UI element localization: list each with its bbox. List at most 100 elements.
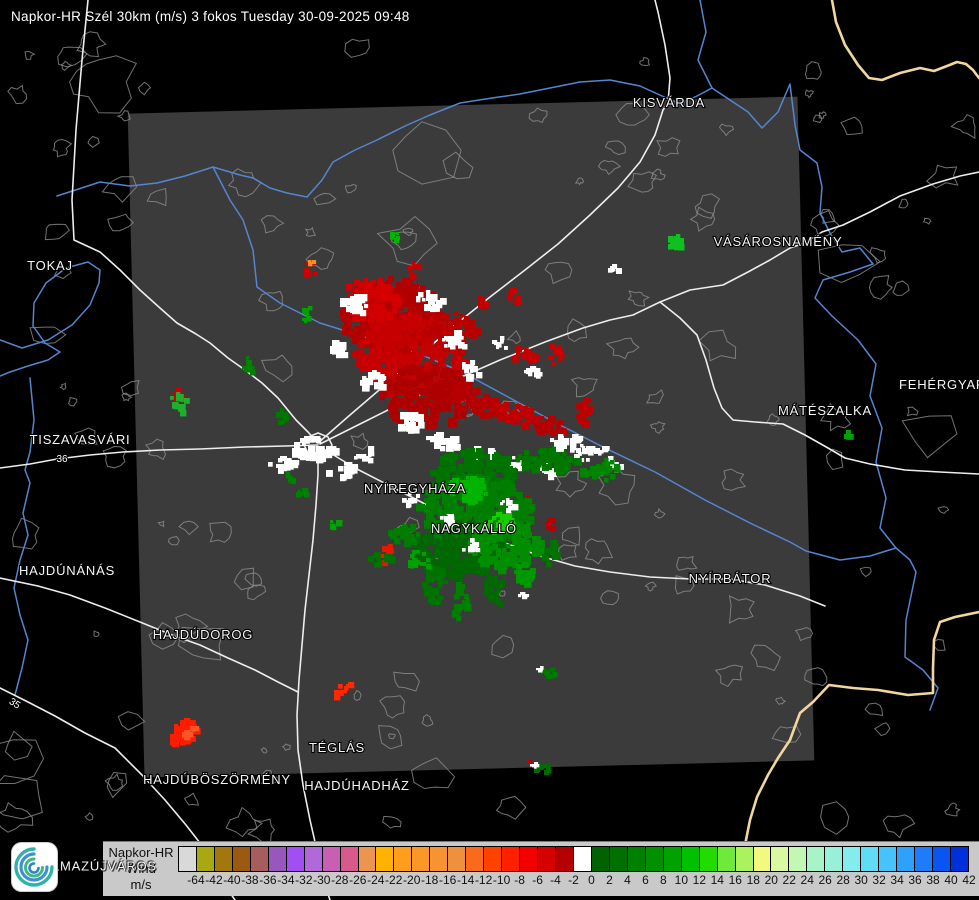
legend-tick: 30 bbox=[854, 873, 868, 887]
legend-tick: 16 bbox=[728, 873, 742, 887]
legend-tick: -34 bbox=[277, 873, 295, 887]
city-label: HAJDÚBÖSZÖRMÉNY bbox=[143, 772, 291, 787]
legend-panel: Napkor-HR Wind m/s -64 -42 -40 -38 -36 -34 -32… bbox=[103, 841, 979, 896]
legend-tick: -16 bbox=[438, 873, 457, 887]
legend-swatch bbox=[878, 847, 897, 871]
legend-swatch bbox=[249, 847, 268, 871]
legend-tick: -28 bbox=[331, 873, 349, 887]
legend-tick: 2 bbox=[606, 873, 613, 887]
legend-tick: -12 bbox=[474, 873, 493, 887]
legend-swatch bbox=[788, 847, 807, 871]
city-label: NYÍREGYHÁZA bbox=[364, 481, 466, 496]
legend-swatch bbox=[195, 847, 214, 871]
legend-tick: 40 bbox=[944, 873, 958, 887]
legend-tick: -40 bbox=[223, 873, 241, 887]
legend-tick: 32 bbox=[872, 873, 886, 887]
legend-tick: -64 bbox=[187, 873, 205, 887]
legend-tick: -42 bbox=[205, 873, 223, 887]
radar-software-logo bbox=[11, 842, 58, 892]
legend-swatch bbox=[465, 847, 484, 871]
legend-swatch bbox=[752, 847, 771, 871]
city-label: KISVÁRDA bbox=[633, 95, 705, 110]
legend-product-name: Napkor-HR bbox=[108, 845, 174, 860]
legend-swatch bbox=[770, 847, 789, 871]
legend-tick: -22 bbox=[385, 873, 403, 887]
legend-swatch bbox=[179, 847, 196, 871]
city-label: FEHÉRGYARMAT bbox=[899, 377, 979, 392]
legend-swatch bbox=[860, 847, 879, 871]
legend-tick: -6 bbox=[532, 873, 543, 887]
legend-tick: 10 bbox=[674, 873, 689, 887]
legend-swatch bbox=[519, 847, 538, 871]
city-label: TISZAVASVÁRI bbox=[30, 432, 131, 447]
legend-swatch bbox=[213, 847, 232, 871]
city-label: TÉGLÁS bbox=[309, 740, 365, 755]
radar-map: 3635 KISVÁRDAVÁSÁROSNAMÉNYTOKAJFEHÉRGYAR… bbox=[0, 0, 979, 900]
legend-swatch bbox=[896, 847, 915, 871]
city-label: NYÍRBÁTOR bbox=[689, 571, 772, 586]
legend-swatch bbox=[429, 847, 448, 871]
city-label: NAGYKÁLLÓ bbox=[431, 521, 517, 536]
legend-tick: -32 bbox=[295, 873, 313, 887]
legend-swatch bbox=[537, 847, 556, 871]
legend-swatch bbox=[572, 847, 591, 871]
city-label: HAJDÚDOROG bbox=[153, 627, 253, 642]
legend-swatch bbox=[590, 847, 609, 871]
legend-tick: 42 bbox=[962, 873, 976, 887]
legend-swatch bbox=[698, 847, 717, 871]
legend-swatch bbox=[411, 847, 430, 871]
legend-tick: -2 bbox=[568, 873, 579, 887]
legend-swatch bbox=[555, 847, 573, 871]
road-number-label: 36 bbox=[56, 454, 68, 465]
city-label: VÁSÁROSNAMÉNY bbox=[714, 234, 843, 249]
legend-tick: 8 bbox=[660, 873, 667, 887]
radar-title: Napkor-HR Szél 30km (m/s) 3 fokos Tuesda… bbox=[11, 9, 410, 24]
legend-tick: -24 bbox=[367, 873, 385, 887]
legend-swatch bbox=[375, 847, 394, 871]
city-label: MÁTÉSZALKA bbox=[778, 403, 872, 418]
legend-swatch bbox=[626, 847, 645, 871]
legend-swatch bbox=[824, 847, 843, 871]
legend-tick: 0 bbox=[588, 873, 595, 887]
legend-tick: 20 bbox=[764, 873, 778, 887]
legend-tick: 14 bbox=[710, 873, 724, 887]
legend-tick: 36 bbox=[908, 873, 922, 887]
legend-swatch bbox=[501, 847, 520, 871]
legend-swatch bbox=[303, 847, 322, 871]
legend-tick: 26 bbox=[818, 873, 832, 887]
legend-swatch bbox=[357, 847, 376, 871]
legend-tick: -8 bbox=[514, 873, 525, 887]
legend-tick: -18 bbox=[421, 873, 439, 887]
legend-color-scale bbox=[178, 846, 969, 872]
legend-swatch bbox=[321, 847, 340, 871]
legend-tick: 12 bbox=[692, 873, 707, 887]
legend-swatch bbox=[483, 847, 502, 871]
legend-tick: 34 bbox=[890, 873, 904, 887]
legend-tick-labels: -64 -42 -40 -38 -36 -34 -32 -30 -28 -26 -24 -22 -20-… bbox=[103, 873, 979, 891]
legend-swatch bbox=[231, 847, 250, 871]
legend-swatch bbox=[842, 847, 861, 871]
legend-tick: -36 bbox=[259, 873, 277, 887]
legend-tick: 6 bbox=[642, 873, 649, 887]
legend-swatch bbox=[914, 847, 933, 871]
legend-swatch bbox=[393, 847, 412, 871]
city-label: HAJDÚNÁNÁS bbox=[19, 563, 115, 578]
legend-tick: -14 bbox=[456, 873, 475, 887]
radar-coverage-square bbox=[127, 96, 815, 778]
legend-tick: 24 bbox=[800, 873, 814, 887]
legend-tick: 4 bbox=[624, 873, 631, 887]
legend-tick: -4 bbox=[550, 873, 561, 887]
legend-swatch bbox=[949, 847, 968, 871]
legend-swatch bbox=[806, 847, 825, 871]
legend-swatch bbox=[644, 847, 663, 871]
city-label: HAJDÚHADHÁZ bbox=[304, 778, 410, 793]
radar-app-window: 3635 KISVÁRDAVÁSÁROSNAMÉNYTOKAJFEHÉRGYAR… bbox=[0, 0, 979, 900]
legend-swatch bbox=[285, 847, 304, 871]
legend-swatch bbox=[680, 847, 699, 871]
legend-tick: -30 bbox=[313, 873, 331, 887]
legend-tick: 22 bbox=[782, 873, 796, 887]
legend-swatch bbox=[608, 847, 627, 871]
legend-swatch bbox=[734, 847, 753, 871]
legend-swatch bbox=[267, 847, 286, 871]
legend-tick: -20 bbox=[403, 873, 421, 887]
